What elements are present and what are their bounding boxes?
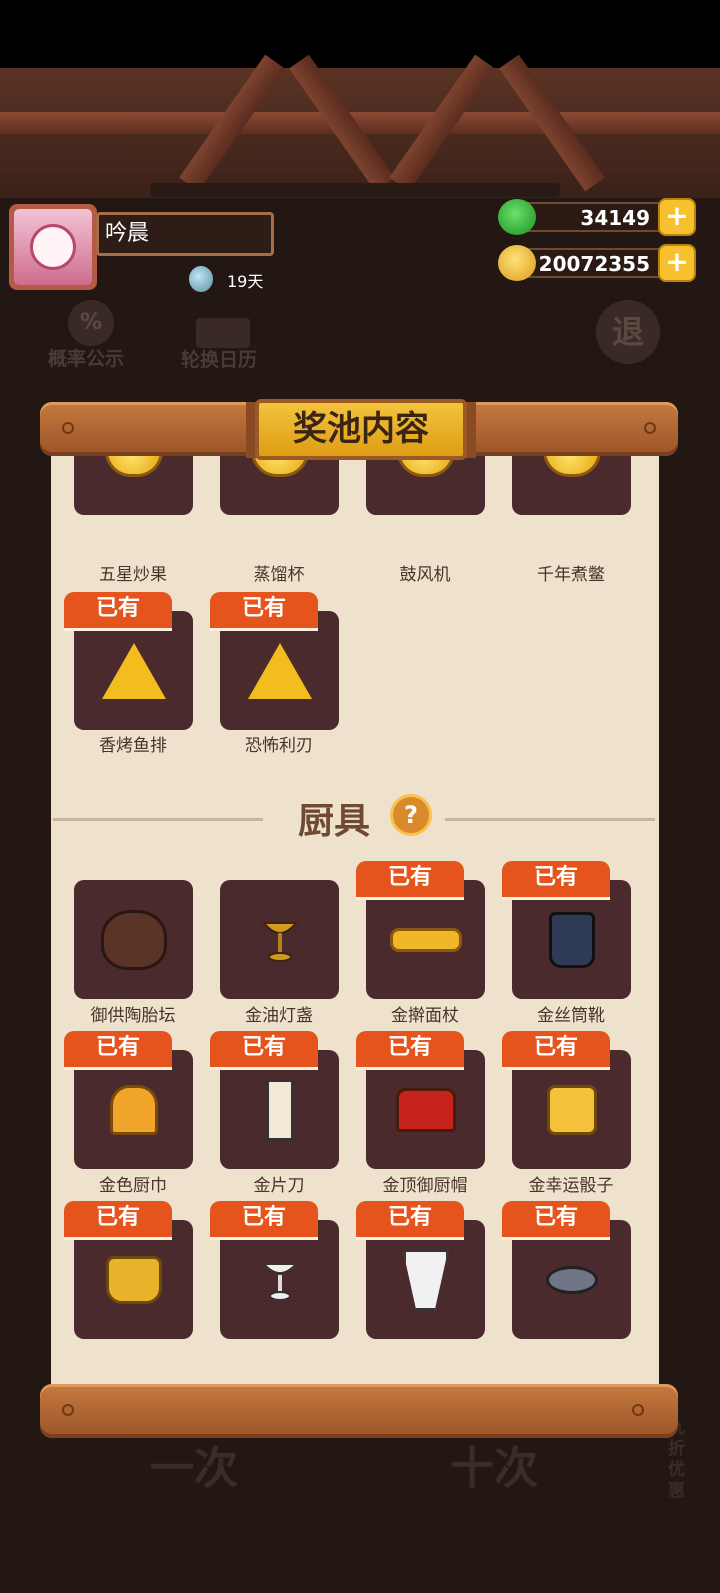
nugget-icon xyxy=(104,456,163,477)
item-label: 金丝筒靴 xyxy=(537,1006,605,1026)
player-avatar[interactable] xyxy=(9,204,97,290)
item-label: 御供陶胎坛 xyxy=(90,1006,176,1026)
calendar-icon xyxy=(196,318,250,348)
owned-badge: 已有 xyxy=(356,861,464,900)
divider xyxy=(53,818,263,821)
roll-knob xyxy=(62,1404,74,1416)
ten-draw-button: 十次 xyxy=(450,1443,538,1494)
owned-badge: 已有 xyxy=(64,1031,172,1070)
item-card[interactable] xyxy=(220,456,339,515)
fish-nugget-icon xyxy=(101,642,166,699)
chef-hat-icon xyxy=(395,1087,456,1132)
coin-bar: 20072355 xyxy=(520,248,680,278)
jade-bar: 34149 xyxy=(520,202,680,232)
nugget-icon xyxy=(542,456,601,477)
item-label: 金片刀 xyxy=(253,1176,305,1196)
owned-badge: 已有 xyxy=(64,592,172,631)
item-card[interactable] xyxy=(366,456,485,515)
blade-nugget-icon xyxy=(247,642,312,699)
avatar-face xyxy=(30,224,76,270)
neckerchief-icon xyxy=(402,1248,449,1311)
days-count: 19天 xyxy=(227,272,264,291)
prize-pool-panel: 五星炒果 蒸馏杯 鼓风机 千年煮鳖 已有 已有 香烤鱼排 恐怖利刃 厨具 ? 已… xyxy=(51,456,659,1384)
dice-icon xyxy=(546,1084,597,1135)
percent-icon: % xyxy=(68,300,114,346)
section-title: 厨具 xyxy=(298,801,371,842)
owned-badge: 已有 xyxy=(502,1031,610,1070)
owned-badge: 已有 xyxy=(502,861,610,900)
jade-icon xyxy=(498,199,536,235)
coin-icon xyxy=(498,245,536,281)
jade-value: 34149 xyxy=(580,206,650,230)
item-label: 五星炒果 xyxy=(99,565,167,585)
avatar-image xyxy=(14,209,92,285)
divider xyxy=(445,818,655,821)
owned-badge: 已有 xyxy=(210,1201,318,1240)
shelf xyxy=(150,183,560,197)
item-card[interactable] xyxy=(74,880,193,999)
item-label: 千年煮鳖 xyxy=(537,565,605,585)
goblet-icon xyxy=(261,1262,298,1301)
probability-button: 概率公示 xyxy=(48,348,125,370)
item-label: 鼓风机 xyxy=(399,565,451,585)
scarf-icon xyxy=(109,1084,158,1135)
owned-badge: 已有 xyxy=(502,1201,610,1240)
status-bar xyxy=(0,0,720,68)
item-label: 恐怖利刃 xyxy=(245,736,313,756)
roll-knob xyxy=(632,1404,644,1416)
add-jade-button[interactable]: + xyxy=(658,198,696,236)
add-coin-button[interactable]: + xyxy=(658,244,696,282)
scroll-bottom-roll xyxy=(40,1384,678,1438)
item-label: 金色厨巾 xyxy=(99,1176,167,1196)
single-draw-button: 一次 xyxy=(150,1443,238,1494)
roll-knob xyxy=(644,422,656,434)
dish-icon xyxy=(545,1265,598,1294)
item-label: 金幸运骰子 xyxy=(528,1176,614,1196)
item-label: 金顶御厨帽 xyxy=(382,1176,468,1196)
owned-badge: 已有 xyxy=(64,1201,172,1240)
basket-icon xyxy=(105,1255,162,1304)
calendar-button: 轮换日历 xyxy=(181,349,258,371)
roll-knob xyxy=(62,422,74,434)
coin-value: 20072355 xyxy=(538,252,650,276)
roof-beams xyxy=(0,54,720,198)
egg-icon xyxy=(189,266,213,292)
owned-badge: 已有 xyxy=(356,1031,464,1070)
oil-lamp-icon xyxy=(261,921,298,962)
jade-currency: 34149 + xyxy=(498,198,702,236)
boot-icon xyxy=(548,911,595,968)
exit-button: 退 xyxy=(596,300,660,364)
item-card[interactable] xyxy=(512,456,631,515)
owned-badge: 已有 xyxy=(356,1201,464,1240)
knife-icon xyxy=(265,1078,294,1141)
rolling-pin-icon xyxy=(389,927,462,952)
player-name: 吟晨 xyxy=(96,212,274,256)
owned-badge: 已有 xyxy=(210,1031,318,1070)
owned-badge: 已有 xyxy=(210,592,318,631)
item-card[interactable] xyxy=(74,456,193,515)
panel-title: 奖池内容 xyxy=(255,399,467,460)
coin-currency: 20072355 + xyxy=(498,244,702,282)
item-label: 蒸馏杯 xyxy=(253,565,305,585)
jar-icon xyxy=(100,909,167,970)
item-label: 香烤鱼排 xyxy=(99,736,167,756)
item-label: 金擀面杖 xyxy=(391,1006,459,1026)
help-button[interactable]: ? xyxy=(390,794,432,836)
item-card[interactable] xyxy=(220,880,339,999)
item-label: 金油灯盏 xyxy=(245,1006,313,1026)
game-screen: 吟晨 19天 34149 + 20072355 + % 概率公示 轮换日历 退 … xyxy=(0,0,720,1593)
